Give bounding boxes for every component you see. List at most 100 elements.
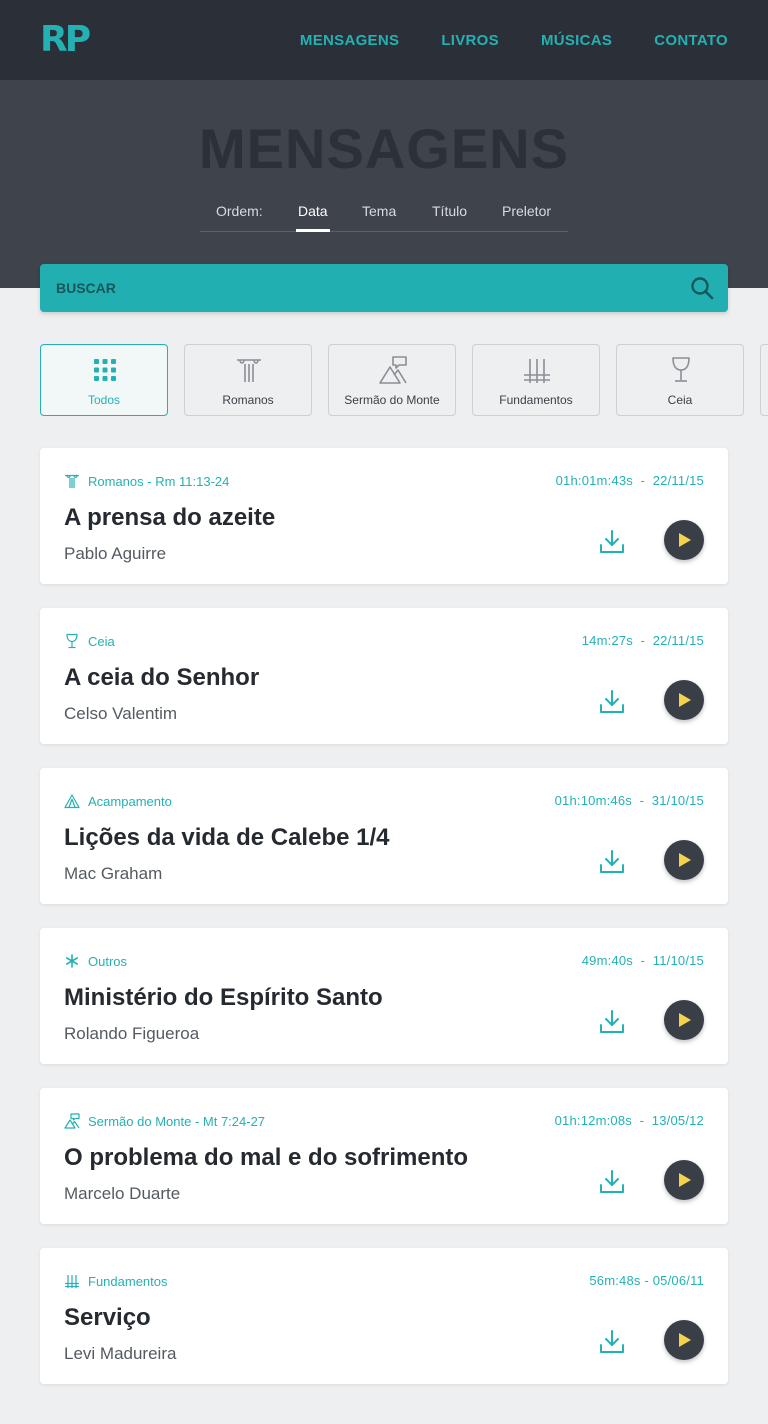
play-button[interactable] — [664, 1000, 704, 1040]
play-icon — [679, 693, 691, 707]
category-filters: Todos Romanos Sermão do Monte Fundamento… — [40, 344, 768, 416]
duration: 14m:27s — [581, 633, 633, 648]
filter-todos[interactable]: Todos — [40, 344, 168, 416]
filter-sermao-do-monte[interactable]: Sermão do Monte — [328, 344, 456, 416]
nav-item-mensagens[interactable]: MENSAGENS — [300, 32, 399, 49]
play-button[interactable] — [664, 840, 704, 880]
message-card[interactable]: Fundamentos 56m:48s - 05/06/11 Serviço L… — [40, 1248, 728, 1384]
tab-titulo[interactable]: Título — [432, 203, 467, 219]
play-icon — [679, 1173, 691, 1187]
download-icon[interactable] — [598, 1328, 626, 1356]
filter-fundamentos[interactable]: Fundamentos — [472, 344, 600, 416]
message-title[interactable]: A ceia do Senhor — [64, 664, 259, 692]
duration: 49m:40s — [581, 953, 633, 968]
category-label: Sermão do Monte - Mt 7:24-27 — [88, 1113, 266, 1129]
message-title[interactable]: Serviço — [64, 1304, 151, 1332]
filter-label: Romanos — [222, 393, 274, 407]
card-category: Sermão do Monte - Mt 7:24-27 — [64, 1113, 265, 1129]
category-label: Outros — [88, 953, 128, 969]
card-category: Outros — [64, 953, 127, 969]
search-input[interactable] — [40, 264, 670, 312]
play-button[interactable] — [664, 1320, 704, 1360]
date: 11/10/15 — [652, 953, 704, 968]
order-tabs: Ordem: Data Tema Título Preletor — [200, 198, 568, 232]
message-title[interactable]: Lições da vida de Calebe 1/4 — [64, 824, 389, 852]
category-label: Ceia — [88, 633, 115, 649]
message-speaker: Rolando Figueroa — [64, 1024, 200, 1043]
message-title[interactable]: Ministério do Espírito Santo — [64, 984, 383, 1012]
order-label: Ordem: — [216, 203, 263, 219]
play-icon — [679, 1333, 691, 1347]
logo[interactable]: RP — [40, 22, 91, 58]
page-title: MENSAGENS — [199, 117, 569, 180]
category-label: Acampamento — [88, 793, 172, 809]
nav-item-livros[interactable]: LIVROS — [441, 32, 499, 49]
tab-tema[interactable]: Tema — [362, 203, 396, 219]
foundation-icon — [65, 1275, 79, 1288]
message-speaker: Levi Madureira — [64, 1344, 177, 1363]
nav-item-musicas[interactable]: MÚSICAS — [541, 32, 612, 49]
category-label: Fundamentos — [88, 1273, 168, 1289]
tab-data[interactable]: Data — [296, 203, 330, 232]
mountain-speech-icon — [379, 356, 407, 384]
foundation-icon — [524, 359, 550, 383]
filter-label: Fundamentos — [499, 393, 573, 407]
search-icon[interactable] — [690, 276, 714, 300]
date: 22/11/15 — [652, 473, 704, 488]
filter-more[interactable] — [760, 344, 768, 416]
message-title[interactable]: O problema do mal e do sofrimento — [64, 1144, 468, 1172]
play-icon — [679, 853, 691, 867]
column-icon — [237, 359, 261, 382]
duration: 56m:48s — [589, 1273, 641, 1288]
download-icon[interactable] — [598, 1168, 626, 1196]
duration-date: 01h:01m:43s - 22/11/15 — [555, 473, 704, 488]
message-speaker: Mac Graham — [64, 864, 163, 883]
card-category: Acampamento — [64, 793, 172, 809]
message-card[interactable]: Outros 49m:40s - 11/10/15 Ministério do … — [40, 928, 728, 1064]
date: 05/06/11 — [652, 1273, 704, 1288]
asterisk-icon — [65, 954, 78, 968]
column-icon — [65, 474, 79, 488]
card-category: Fundamentos — [64, 1273, 168, 1289]
message-card[interactable]: Romanos - Rm 11:13-24 01h:01m:43s - 22/1… — [40, 448, 728, 584]
grid-icon — [94, 359, 116, 381]
message-speaker: Pablo Aguirre — [64, 544, 167, 563]
filter-label: Todos — [87, 393, 121, 407]
top-bar: RP MENSAGENS LIVROS MÚSICAS CONTATO — [0, 0, 768, 80]
message-card[interactable]: Sermão do Monte - Mt 7:24-27 01h:12m:08s… — [40, 1088, 728, 1224]
play-button[interactable] — [664, 680, 704, 720]
duration: 01h:10m:46s — [554, 793, 632, 808]
duration-date: 01h:10m:46s - 31/10/15 — [554, 793, 704, 808]
duration-date: 56m:48s - 05/06/11 — [589, 1273, 704, 1288]
date: 22/11/15 — [652, 633, 704, 648]
message-card[interactable]: Ceia 14m:27s - 22/11/15 A ceia do Senhor… — [40, 608, 728, 744]
nav-item-contato[interactable]: CONTATO — [654, 32, 728, 49]
filter-label: Sermão do Monte — [344, 393, 440, 407]
hero: MENSAGENS Ordem: Data Tema Título Prelet… — [0, 80, 768, 288]
play-button[interactable] — [664, 520, 704, 560]
mountain-speech-icon — [64, 1113, 80, 1129]
message-speaker: Marcelo Duarte — [64, 1184, 181, 1203]
tent-icon — [64, 794, 80, 809]
search-bar — [40, 264, 728, 312]
main-nav: MENSAGENS LIVROS MÚSICAS CONTATO — [300, 32, 728, 49]
download-icon[interactable] — [598, 528, 626, 556]
message-title[interactable]: A prensa do azeite — [64, 504, 275, 532]
message-speaker: Celso Valentim — [64, 704, 178, 723]
play-icon — [679, 533, 691, 547]
duration-date: 01h:12m:08s - 13/05/12 — [554, 1113, 704, 1128]
duration-date: 49m:40s - 11/10/15 — [581, 953, 704, 968]
download-icon[interactable] — [598, 1008, 626, 1036]
category-label: Romanos - Rm 11:13-24 — [88, 473, 230, 489]
download-icon[interactable] — [598, 688, 626, 716]
play-button[interactable] — [664, 1160, 704, 1200]
chalice-icon — [66, 633, 78, 649]
filter-romanos[interactable]: Romanos — [184, 344, 312, 416]
duration: 01h:12m:08s — [554, 1113, 632, 1128]
card-category: Romanos - Rm 11:13-24 — [64, 473, 229, 489]
download-icon[interactable] — [598, 848, 626, 876]
play-icon — [679, 1013, 691, 1027]
message-card[interactable]: Acampamento 01h:10m:46s - 31/10/15 Liçõe… — [40, 768, 728, 904]
tab-preletor[interactable]: Preletor — [502, 203, 551, 219]
filter-ceia[interactable]: Ceia — [616, 344, 744, 416]
